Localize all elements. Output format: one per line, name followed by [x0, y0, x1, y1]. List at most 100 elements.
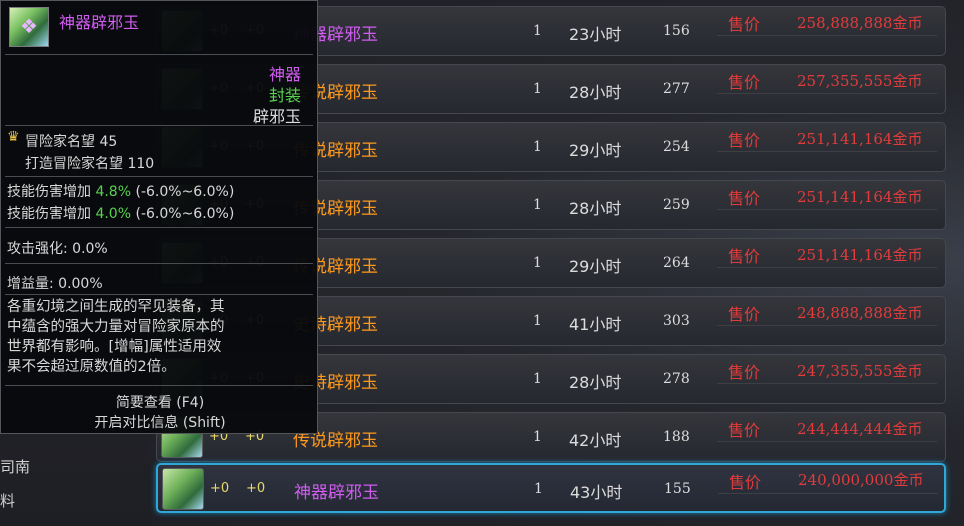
- skill-damage-label: 技能伤害增加: [7, 184, 91, 200]
- buff-amount-line: 增益量: 0.00%: [7, 276, 103, 292]
- item-quantity: 1: [533, 429, 542, 445]
- price-label: 售价: [728, 305, 761, 324]
- skill-damage-value: 4.8%: [95, 184, 132, 200]
- price-amount: 258,888,888: [797, 14, 893, 32]
- price-amount: 251,141,164: [797, 188, 893, 206]
- divider: [5, 54, 313, 55]
- compare-info-hint: 开启对比信息 (Shift): [94, 415, 226, 431]
- skill-damage-value: 4.0%: [95, 206, 132, 222]
- price-label: 售价: [728, 189, 761, 208]
- price-amount: 244,444,444: [797, 420, 893, 438]
- price-amount: 247,355,555: [797, 362, 893, 380]
- forge-fame-value: 110: [127, 156, 155, 172]
- remaining-time: 29小时: [569, 141, 622, 160]
- reinforce-level: +0: [210, 481, 230, 496]
- item-icon: ❖: [9, 7, 49, 47]
- price-unit: 金币: [892, 304, 923, 322]
- remaining-time: 28小时: [569, 199, 622, 218]
- price-value: 244,444,444金币: [797, 418, 922, 439]
- price-unit: 金币: [892, 188, 923, 206]
- price-value: 258,888,888金币: [797, 12, 922, 33]
- listing-number: 277: [663, 81, 690, 97]
- attack-enhance-line: 攻击强化: 0.0%: [7, 241, 108, 257]
- listing-number: 278: [663, 371, 690, 387]
- price-value: 251,141,164金币: [797, 186, 922, 207]
- skill-damage-label: 技能伤害增加: [7, 206, 91, 222]
- listing-number: 303: [663, 313, 690, 329]
- item-quantity: 1: [533, 139, 542, 155]
- price-unit: 金币: [893, 471, 924, 489]
- price-value: 240,000,000金币: [798, 469, 923, 490]
- price-amount: 251,141,164: [797, 246, 893, 264]
- divider: [5, 385, 313, 386]
- listing-number: 156: [663, 23, 690, 39]
- price-value: 251,141,164金币: [797, 128, 922, 149]
- adventurer-fame-value: 45: [99, 134, 118, 150]
- item-type-label: 辟邪玉: [252, 107, 301, 126]
- divider: [5, 263, 313, 264]
- listing-number: 155: [664, 481, 691, 497]
- amplify-level: +0: [246, 481, 266, 496]
- divider: [717, 441, 937, 442]
- price-label: 售价: [728, 131, 761, 150]
- remaining-time: 29小时: [569, 257, 622, 276]
- forge-fame-line: 打造冒险家名望 110: [25, 153, 154, 173]
- item-icon[interactable]: [162, 468, 204, 510]
- description-line: 果不会超过原数值的2倍。: [7, 359, 176, 375]
- price-amount: 248,888,888: [797, 304, 893, 322]
- tooltip-title: 神器辟邪玉: [59, 13, 140, 32]
- remaining-time: 23小时: [569, 25, 622, 44]
- remaining-time: 43小时: [570, 483, 623, 502]
- price-label: 售价: [728, 363, 761, 382]
- adventurer-fame-line: 冒险家名望 45: [25, 131, 117, 151]
- price-unit: 金币: [892, 130, 923, 148]
- item-quantity: 1: [533, 81, 542, 97]
- divider: [717, 209, 937, 210]
- item-description: 各重幻境之间生成的罕见装备，其 中蕴含的强大力量对冒险家原本的 世界都有影响。[…: [7, 297, 307, 377]
- description-line: 世界都有影响。[增幅]属性适用效: [7, 339, 222, 355]
- price-label: 售价: [728, 15, 761, 34]
- skill-damage-range: (-6.0%~6.0%): [135, 206, 235, 222]
- remaining-time: 28小时: [569, 83, 622, 102]
- divider: [717, 93, 937, 94]
- item-quantity: 1: [533, 313, 542, 329]
- item-quantity: 1: [533, 255, 542, 271]
- remaining-time: 41小时: [569, 315, 622, 334]
- description-line: 中蕴含的强大力量对冒险家原本的: [7, 319, 225, 335]
- listing-number: 254: [663, 139, 690, 155]
- price-unit: 金币: [892, 246, 923, 264]
- forge-fame-label: 打造冒险家名望: [25, 156, 123, 172]
- remaining-time: 42小时: [569, 431, 622, 450]
- item-quantity: 1: [533, 371, 542, 387]
- divider: [717, 383, 937, 384]
- divider: [5, 227, 313, 228]
- listing-number: 259: [663, 197, 690, 213]
- divider: [718, 493, 938, 494]
- divider: [717, 151, 937, 152]
- price-unit: 金币: [892, 72, 923, 90]
- summary-view-hint: 简要查看 (F4): [115, 395, 205, 411]
- fame-crest-icon: ♛: [7, 129, 20, 145]
- listing-number: 264: [663, 255, 690, 271]
- price-value: 248,888,888金币: [797, 302, 922, 323]
- price-label: 售价: [728, 247, 761, 266]
- left-label-sinan[interactable]: 司南: [0, 456, 30, 477]
- item-name: 神器辟邪玉: [294, 483, 379, 503]
- remaining-time: 28小时: [569, 373, 622, 392]
- price-label: 售价: [728, 421, 761, 440]
- price-amount: 251,141,164: [797, 130, 893, 148]
- left-label-liao[interactable]: 料: [0, 490, 15, 511]
- price-unit: 金币: [892, 14, 923, 32]
- listing-number: 188: [663, 429, 690, 445]
- price-label: 售价: [728, 73, 761, 92]
- price-amount: 240,000,000: [798, 471, 894, 489]
- price-value: 257,355,555金币: [797, 70, 922, 91]
- price-value: 251,141,164金币: [797, 244, 922, 265]
- description-line: 各重幻境之间生成的罕见装备，其: [7, 299, 225, 315]
- listing-row-selected[interactable]: +0 +0 神器辟邪玉 1 43小时 155 售价 240,000,000金币: [156, 463, 946, 513]
- gem-icon: ❖: [20, 14, 38, 38]
- skill-damage-range: (-6.0%~6.0%): [135, 184, 235, 200]
- divider: [717, 35, 937, 36]
- item-quantity: 1: [533, 197, 542, 213]
- price-label: 售价: [729, 473, 762, 492]
